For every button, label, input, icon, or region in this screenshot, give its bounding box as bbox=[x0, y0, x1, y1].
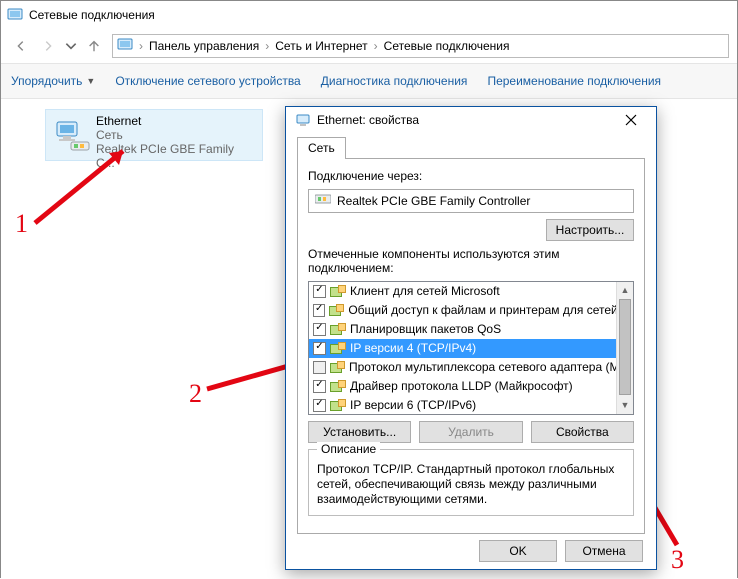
cancel-button[interactable]: Отмена bbox=[565, 540, 643, 562]
ethernet-icon bbox=[52, 114, 94, 156]
adapter-field: Realtek PCIe GBE Family Controller bbox=[308, 189, 634, 213]
toolbar: Упорядочить ▼ Отключение сетевого устрой… bbox=[1, 63, 737, 99]
chevron-right-icon: › bbox=[372, 39, 380, 53]
app-icon bbox=[7, 7, 23, 23]
titlebar: Сетевые подключения bbox=[1, 1, 737, 29]
toolbar-diagnose[interactable]: Диагностика подключения bbox=[321, 74, 468, 88]
toolbar-rename[interactable]: Переименование подключения bbox=[487, 74, 661, 88]
tab-panel-network: Подключение через: Realtek PCIe GBE Fami… bbox=[297, 158, 645, 534]
list-item-label: Протокол мультиплексора сетевого адаптер… bbox=[349, 360, 616, 374]
checkbox[interactable]: ✓ bbox=[313, 342, 326, 355]
chevron-right-icon: › bbox=[137, 39, 145, 53]
scrollbar[interactable]: ▲ ▼ bbox=[616, 282, 633, 414]
connect-via-label: Подключение через: bbox=[308, 169, 634, 183]
connection-item-ethernet[interactable]: Ethernet Сеть Realtek PCIe GBE Family C.… bbox=[45, 109, 263, 161]
window-title: Сетевые подключения bbox=[29, 8, 155, 22]
scroll-down-icon[interactable]: ▼ bbox=[617, 397, 633, 414]
tab-network[interactable]: Сеть bbox=[297, 137, 346, 159]
network-component-icon bbox=[329, 304, 344, 316]
network-component-icon bbox=[330, 323, 346, 335]
list-item: ✓ Общий доступ к файлам и принтерам для с… bbox=[309, 301, 633, 320]
annotation-number-1: 1 bbox=[15, 209, 28, 239]
list-item-label: IP версии 4 (TCP/IPv4) bbox=[350, 341, 476, 355]
checkbox[interactable] bbox=[313, 361, 326, 374]
list-item-selected-ipv4: ✓ IP версии 4 (TCP/IPv4) bbox=[309, 339, 633, 358]
toolbar-disable-device[interactable]: Отключение сетевого устройства bbox=[115, 74, 300, 88]
components-label: Отмеченные компоненты используются этим … bbox=[308, 247, 634, 275]
checkbox[interactable]: ✓ bbox=[313, 380, 326, 393]
toolbar-arrange[interactable]: Упорядочить ▼ bbox=[11, 74, 95, 88]
description-group: Описание Протокол TCP/IP. Стандартный пр… bbox=[308, 449, 634, 516]
nav-up-button[interactable] bbox=[82, 34, 106, 58]
list-item-label: Общий доступ к файлам и принтерам для се… bbox=[348, 303, 616, 317]
nav-buttons bbox=[9, 34, 106, 58]
network-connections-window: Сетевые подключения › Панель управления … bbox=[0, 0, 738, 578]
address-bar-row: › Панель управления › Сеть и Интернет › … bbox=[1, 29, 737, 63]
connection-status: Сеть bbox=[96, 128, 256, 142]
breadcrumb-network-internet[interactable]: Сеть и Интернет bbox=[275, 39, 367, 53]
network-component-icon bbox=[330, 399, 346, 411]
adapter-icon bbox=[315, 192, 331, 209]
network-component-icon bbox=[330, 380, 346, 392]
install-button[interactable]: Установить... bbox=[308, 421, 411, 443]
breadcrumb-box[interactable]: › Панель управления › Сеть и Интернет › … bbox=[112, 34, 729, 58]
chevron-down-icon: ▼ bbox=[86, 76, 95, 86]
network-component-icon bbox=[330, 361, 345, 373]
tab-strip: Сеть bbox=[297, 136, 645, 158]
configure-button[interactable]: Настроить... bbox=[546, 219, 634, 241]
content-area: Ethernet Сеть Realtek PCIe GBE Family C.… bbox=[1, 99, 737, 579]
location-icon bbox=[117, 37, 133, 56]
scroll-thumb[interactable] bbox=[619, 299, 631, 395]
checkbox[interactable]: ✓ bbox=[313, 285, 326, 298]
description-legend: Описание bbox=[317, 442, 380, 456]
dialog-body: Сеть Подключение через: Realtek PCIe GBE… bbox=[287, 132, 655, 534]
remove-button: Удалить bbox=[419, 421, 522, 443]
components-list[interactable]: ✓ Клиент для сетей Microsoft ✓ Общий досту… bbox=[308, 281, 634, 415]
list-item: Протокол мультиплексора сетевого адаптер… bbox=[309, 358, 633, 377]
dialog-close-button[interactable] bbox=[611, 109, 651, 131]
annotation-number-3: 3 bbox=[671, 545, 684, 575]
scroll-up-icon[interactable]: ▲ bbox=[617, 282, 633, 299]
network-component-icon bbox=[330, 342, 346, 354]
list-item: ✓ Драйвер протокола LLDP (Майкрософт) bbox=[309, 377, 633, 396]
checkbox[interactable]: ✓ bbox=[313, 399, 326, 412]
list-item-label: IP версии 6 (TCP/IPv6) bbox=[350, 398, 476, 412]
properties-button[interactable]: Свойства bbox=[531, 421, 634, 443]
nav-back-button[interactable] bbox=[9, 34, 33, 58]
connection-name: Ethernet bbox=[96, 114, 256, 128]
list-item-label: Клиент для сетей Microsoft bbox=[350, 284, 500, 298]
description-text: Протокол TCP/IP. Стандартный протокол гл… bbox=[317, 462, 625, 507]
breadcrumb-control-panel[interactable]: Панель управления bbox=[149, 39, 259, 53]
list-item: ✓ IP версии 6 (TCP/IPv6) bbox=[309, 396, 633, 415]
ethernet-small-icon bbox=[295, 112, 311, 128]
list-item-label: Планировщик пакетов QoS bbox=[350, 322, 501, 336]
connection-adapter: Realtek PCIe GBE Family C... bbox=[96, 142, 256, 170]
nav-forward-button[interactable] bbox=[36, 34, 60, 58]
nav-recent-button[interactable] bbox=[63, 34, 79, 58]
dialog-title: Ethernet: свойства bbox=[317, 113, 611, 127]
network-component-icon bbox=[330, 285, 346, 297]
dialog-footer: OK Отмена bbox=[287, 534, 655, 568]
connection-item-texts: Ethernet Сеть Realtek PCIe GBE Family C.… bbox=[94, 114, 256, 156]
list-item: ✓ Клиент для сетей Microsoft bbox=[309, 282, 633, 301]
adapter-name: Realtek PCIe GBE Family Controller bbox=[337, 194, 530, 208]
checkbox[interactable]: ✓ bbox=[313, 304, 325, 317]
list-item-label: Драйвер протокола LLDP (Майкрософт) bbox=[350, 379, 573, 393]
breadcrumb-network-connections[interactable]: Сетевые подключения bbox=[384, 39, 510, 53]
annotation-number-2: 2 bbox=[189, 379, 202, 409]
list-item: ✓ Планировщик пакетов QoS bbox=[309, 320, 633, 339]
dialog-titlebar: Ethernet: свойства bbox=[287, 108, 655, 132]
ok-button[interactable]: OK bbox=[479, 540, 557, 562]
chevron-right-icon: › bbox=[263, 39, 271, 53]
component-buttons: Установить... Удалить Свойства bbox=[308, 421, 634, 443]
toolbar-arrange-label: Упорядочить bbox=[11, 74, 82, 88]
ethernet-properties-dialog: Ethernet: свойства Сеть Подключение чере… bbox=[285, 106, 657, 570]
checkbox[interactable]: ✓ bbox=[313, 323, 326, 336]
